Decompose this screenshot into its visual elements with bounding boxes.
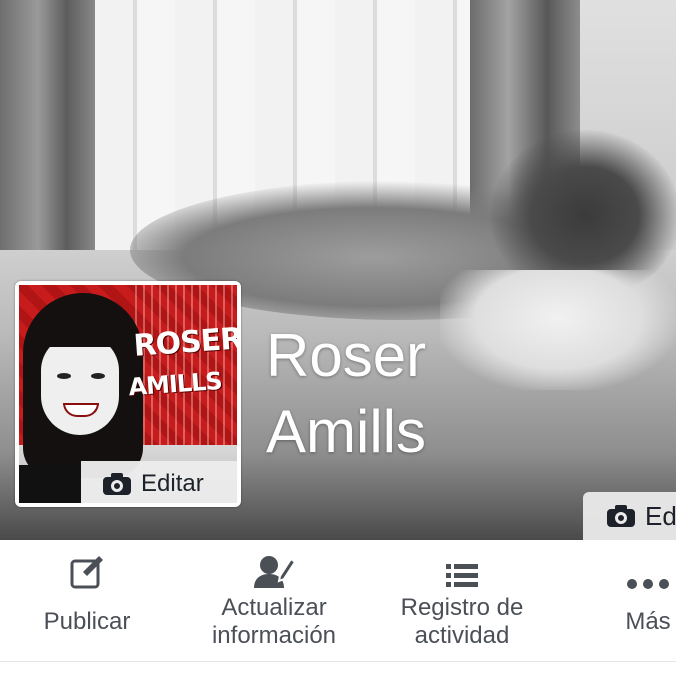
activity-log-label-line2: actividad <box>414 622 510 649</box>
profile-picture[interactable]: ROSER AMILLS Editar <box>15 281 241 507</box>
more-dots-icon <box>626 540 670 594</box>
activity-log-label: Registro de actividad <box>401 594 524 650</box>
profile-picture-dark-corner <box>19 465 81 503</box>
publish-label-line1: Publicar <box>43 608 131 635</box>
update-info-button[interactable]: Actualizar información <box>194 540 354 662</box>
publish-button[interactable]: Publicar <box>22 540 152 662</box>
profile-picture-face <box>41 335 119 435</box>
activity-log-label-line1: Registro de <box>400 594 524 621</box>
edit-square-icon <box>69 540 105 594</box>
publish-label: Publicar <box>44 608 131 636</box>
profile-picture-text-line2: AMILLS <box>127 366 223 402</box>
edit-cover-label: Ed <box>645 500 676 531</box>
update-info-label: Actualizar información <box>212 594 336 650</box>
list-icon <box>446 540 478 594</box>
profile-picture-text-line1: ROSER <box>132 321 237 364</box>
activity-log-button[interactable]: Registro de actividad <box>382 540 542 662</box>
profile-picture-eye <box>91 373 105 379</box>
more-button[interactable]: Más <box>608 540 676 662</box>
profile-action-bar: Publicar Actualizar información Registro… <box>0 540 676 662</box>
profile-picture-eye <box>57 373 71 379</box>
edit-profile-picture-label: Editar <box>141 470 204 497</box>
profile-name-line2: Amills <box>266 398 426 465</box>
user-edit-icon <box>253 540 295 594</box>
update-info-label-line1: Actualizar <box>221 594 327 621</box>
profile-picture-image: ROSER AMILLS Editar <box>19 285 237 503</box>
profile-name-line1: Roser <box>266 322 427 389</box>
more-label-line1: Más <box>625 608 671 635</box>
edit-profile-picture-button[interactable]: Editar <box>81 461 237 503</box>
profile-picture-logo-text: ROSER AMILLS <box>128 319 237 406</box>
more-label: Más <box>625 608 670 636</box>
edit-cover-button[interactable]: Ed <box>583 492 676 540</box>
camera-icon <box>607 505 635 527</box>
update-info-label-line2: información <box>211 622 337 649</box>
profile-name: Roser Amills <box>266 318 586 470</box>
camera-icon <box>103 473 131 495</box>
